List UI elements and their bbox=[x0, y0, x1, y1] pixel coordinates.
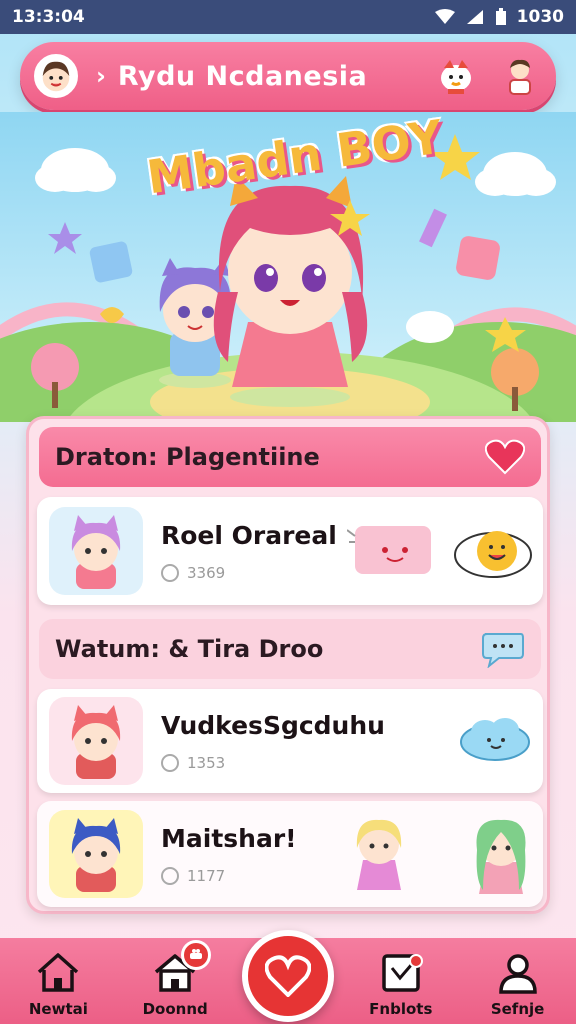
content-card: Draton: Plagentiine Roel Orareal 3369 Wa… bbox=[26, 416, 550, 914]
mascot-button[interactable] bbox=[434, 54, 478, 98]
character-green-hair-icon bbox=[476, 819, 526, 894]
nav-label: Doonnd bbox=[142, 1000, 208, 1018]
character-blue-cat-icon bbox=[71, 818, 121, 892]
section-title: Draton: Plagentiine bbox=[55, 443, 320, 471]
item-meta: 1353 bbox=[187, 753, 226, 772]
views-icon bbox=[161, 753, 179, 772]
row-decorations bbox=[349, 810, 533, 898]
bell-icon bbox=[190, 949, 203, 959]
nav-item-home[interactable]: Newtai bbox=[8, 950, 108, 1018]
battery-text: 1030 bbox=[516, 7, 564, 27]
views-icon bbox=[161, 866, 179, 885]
avatar-face-icon bbox=[42, 61, 70, 92]
battery-icon bbox=[495, 8, 506, 25]
nav-label: Newtai bbox=[28, 1000, 88, 1018]
views-icon bbox=[161, 563, 179, 582]
profile-button[interactable] bbox=[498, 54, 542, 98]
character-blonde-icon bbox=[356, 819, 402, 890]
chevron-right-icon: › bbox=[96, 62, 106, 90]
profile-icon bbox=[498, 954, 537, 994]
section-title: Watum: & Tira Droo bbox=[55, 635, 324, 663]
list-item[interactable]: VudkesSgcduhu 1353 bbox=[37, 689, 543, 793]
item-meta: 1177 bbox=[187, 866, 226, 885]
nav-item-calendar[interactable]: Fnblots bbox=[351, 950, 451, 1018]
character-pink-cat-icon bbox=[71, 515, 121, 589]
nav-label: Sefnje bbox=[490, 1000, 545, 1018]
top-header: › Rydu Ncdanesia bbox=[20, 42, 556, 110]
mascot-icon bbox=[441, 60, 471, 94]
wifi-icon bbox=[434, 9, 455, 24]
status-time: 13:3:04 bbox=[12, 7, 85, 27]
nav-label: Fnblots bbox=[369, 1000, 433, 1018]
home-icon bbox=[38, 953, 79, 992]
section-header-featured[interactable]: Draton: Plagentiine bbox=[39, 427, 541, 487]
notification-badge bbox=[181, 940, 212, 970]
speech-bubble-icon[interactable] bbox=[481, 630, 525, 668]
hero-banner: Mbadn BOY bbox=[0, 112, 576, 422]
section-header-secondary[interactable]: Watum: & Tira Droo bbox=[39, 619, 541, 679]
status-icons: 1030 bbox=[434, 7, 564, 27]
character-thumbnail bbox=[49, 507, 143, 595]
item-meta: 3369 bbox=[187, 563, 226, 582]
user-avatar[interactable] bbox=[34, 54, 78, 98]
status-bar: 13:3:04 1030 bbox=[0, 0, 576, 34]
chat-bubble-icon bbox=[347, 526, 431, 574]
profile-avatar-icon bbox=[509, 59, 531, 95]
heart-icon bbox=[265, 955, 311, 997]
nav-item-download[interactable]: Doonnd bbox=[125, 940, 225, 1018]
row-decorations bbox=[347, 521, 533, 581]
favorite-fab-button[interactable] bbox=[242, 930, 334, 1022]
smiley-cloud-icon bbox=[454, 531, 532, 578]
character-thumbnail bbox=[49, 697, 143, 785]
nav-item-profile[interactable]: Sefnje bbox=[468, 950, 568, 1018]
header-title: Rydu Ncdanesia bbox=[117, 60, 368, 92]
character-thumbnail bbox=[49, 810, 143, 898]
list-item[interactable]: Maitshar! 1177 bbox=[37, 801, 543, 907]
list-item[interactable]: Roel Orareal 3369 bbox=[37, 497, 543, 605]
heart-icon[interactable] bbox=[485, 439, 525, 475]
signal-icon bbox=[466, 10, 483, 24]
blue-cloud-icon bbox=[460, 718, 530, 761]
notification-dot bbox=[408, 954, 423, 968]
character-red-cat-icon bbox=[71, 705, 121, 779]
row-decorations bbox=[455, 712, 533, 770]
